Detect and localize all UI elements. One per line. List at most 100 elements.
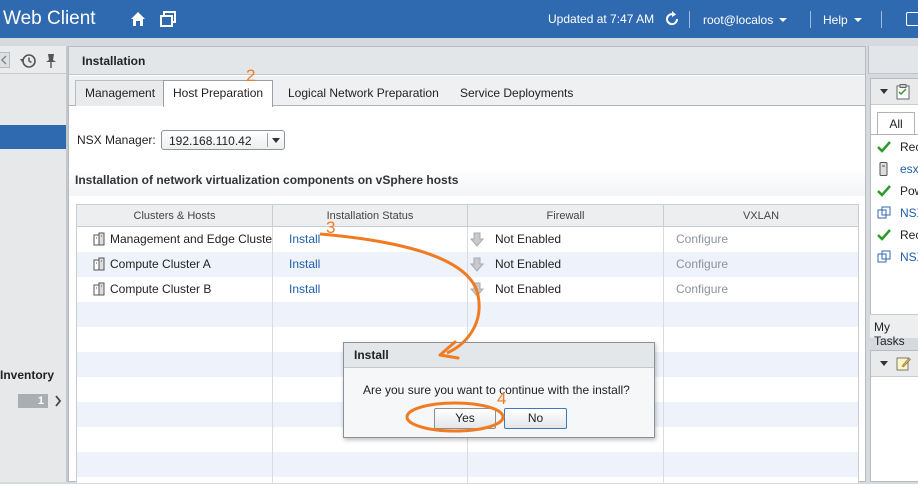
work-in-progress-header[interactable] xyxy=(871,351,918,377)
column-header-vxlan[interactable]: VXLAN xyxy=(664,205,858,227)
work-in-progress-portlet xyxy=(870,350,918,482)
column-header-firewall[interactable]: Firewall xyxy=(468,205,664,227)
tab-management[interactable]: Management xyxy=(75,80,166,106)
tab-underline xyxy=(871,134,918,135)
check-icon xyxy=(877,229,891,241)
notepad-icon xyxy=(896,357,911,371)
search-box[interactable] xyxy=(906,12,918,26)
column-header-clusters[interactable]: Clusters & Hosts xyxy=(77,205,273,227)
user-menu[interactable]: root@localos xyxy=(703,13,788,27)
back-button[interactable] xyxy=(0,52,10,68)
tab-bar: Management Host Preparation Logical Netw… xyxy=(69,76,865,107)
recent-tasks-header[interactable] xyxy=(871,79,918,105)
step-number-3: 3 xyxy=(326,218,336,237)
app-title: Web Client xyxy=(3,8,96,29)
nsx-manager-select[interactable]: 192.168.110.42 xyxy=(161,130,285,150)
cluster-name: Management and Edge Cluste xyxy=(110,232,272,246)
nsx-manager-label: NSX Manager: xyxy=(77,133,156,147)
tab-label: Service Deployments xyxy=(460,86,574,100)
separator xyxy=(810,11,811,28)
nsx-icon xyxy=(877,250,891,263)
tab-label: Management xyxy=(85,86,156,100)
tasks-icon xyxy=(896,84,910,100)
inventory-label: Inventory xyxy=(0,368,55,382)
column-divider xyxy=(272,227,273,484)
task-item-label: Pow xyxy=(900,184,918,198)
task-item-label[interactable]: NSX xyxy=(900,203,918,223)
refresh-icon[interactable] xyxy=(664,11,680,27)
main-header: Installation xyxy=(69,47,865,75)
select-divider xyxy=(267,133,268,147)
step-number-4: 4 xyxy=(497,389,507,408)
check-icon xyxy=(877,141,891,153)
yes-button[interactable]: Yes xyxy=(434,408,496,429)
cluster-icon xyxy=(93,257,105,271)
check-icon xyxy=(877,185,891,197)
my-tasks-bar[interactable]: My Tasks xyxy=(870,314,918,348)
separator xyxy=(689,11,690,28)
no-button[interactable]: No xyxy=(504,408,567,429)
history-icon[interactable] xyxy=(20,53,36,69)
user-name: root@localos xyxy=(703,13,774,27)
help-menu[interactable]: Help xyxy=(823,13,862,27)
last-updated-text: Updated at 7:47 AM xyxy=(548,12,655,26)
task-item-label[interactable]: NSX xyxy=(900,247,918,267)
top-bar: Web Client Updated at 7:47 AM root@local… xyxy=(0,0,918,38)
right-panel-header xyxy=(868,46,918,74)
tab-label: Host Preparation xyxy=(173,86,264,100)
selected-navigator-item[interactable] xyxy=(0,125,66,149)
task-item-label: Rec xyxy=(900,140,918,154)
install-link[interactable]: Install xyxy=(289,252,320,277)
pin-icon[interactable] xyxy=(44,53,58,69)
home-icon[interactable] xyxy=(130,11,146,27)
column-header-installation-status[interactable]: Installation Status xyxy=(273,205,468,227)
navigator-toolbar xyxy=(0,46,68,74)
new-window-icon[interactable] xyxy=(160,11,176,27)
chevron-down-icon[interactable] xyxy=(880,89,888,94)
navigator-panel: Inventory 1 xyxy=(0,46,68,482)
tab-label: Logical Network Preparation xyxy=(288,86,439,100)
configure-link: Configure xyxy=(676,257,729,271)
tab-host-preparation[interactable]: Host Preparation xyxy=(163,80,274,107)
configure-link: Configure xyxy=(676,232,729,246)
tab-service-deployments[interactable]: Service Deployments xyxy=(450,80,583,106)
firewall-status: Not Enabled xyxy=(495,232,562,246)
step-number-2: 2 xyxy=(246,66,256,85)
task-item-label: Rec xyxy=(900,228,918,242)
chevron-right-icon[interactable] xyxy=(54,395,62,407)
chevron-down-icon xyxy=(853,18,862,22)
nsx-icon xyxy=(877,206,891,219)
tab-logical-network-preparation[interactable]: Logical Network Preparation xyxy=(278,80,449,106)
dialog-title: Install xyxy=(354,348,389,362)
cluster-icon xyxy=(93,232,105,246)
host-icon xyxy=(879,162,888,176)
recent-tasks-portlet: All Rec esx Pow NSX Rec NSX xyxy=(870,78,918,338)
down-arrow-icon xyxy=(470,232,484,247)
chevron-down-icon xyxy=(779,18,788,22)
inventory-count-badge: 1 xyxy=(18,394,48,408)
right-side-panel: All Rec esx Pow NSX Rec NSX My Tasks xyxy=(868,46,918,482)
grid-header: Clusters & Hosts Installation Status Fir… xyxy=(77,205,858,227)
separator xyxy=(881,11,882,28)
down-arrow-icon xyxy=(470,282,484,297)
page-title: Installation xyxy=(82,54,146,68)
dialog-titlebar[interactable]: Install xyxy=(344,343,654,368)
cluster-icon xyxy=(93,282,105,296)
cluster-name: Compute Cluster B xyxy=(110,282,212,296)
install-link[interactable]: Install xyxy=(289,277,320,302)
nsx-manager-value: 192.168.110.42 xyxy=(169,134,252,148)
chevron-down-icon xyxy=(272,138,280,143)
down-arrow-icon xyxy=(470,257,484,272)
chevron-left-icon xyxy=(0,55,7,65)
column-divider xyxy=(663,227,664,484)
section-title: Installation of network virtualization c… xyxy=(75,173,459,187)
task-item-label[interactable]: esx xyxy=(900,159,918,179)
my-tasks-label: My Tasks xyxy=(874,320,905,348)
cluster-name: Compute Cluster A xyxy=(110,257,211,271)
install-link[interactable]: Install xyxy=(289,227,320,252)
help-label: Help xyxy=(823,13,848,27)
tab-all[interactable]: All xyxy=(877,112,915,134)
firewall-status: Not Enabled xyxy=(495,257,562,271)
configure-link: Configure xyxy=(676,282,729,296)
chevron-down-icon[interactable] xyxy=(880,361,888,366)
